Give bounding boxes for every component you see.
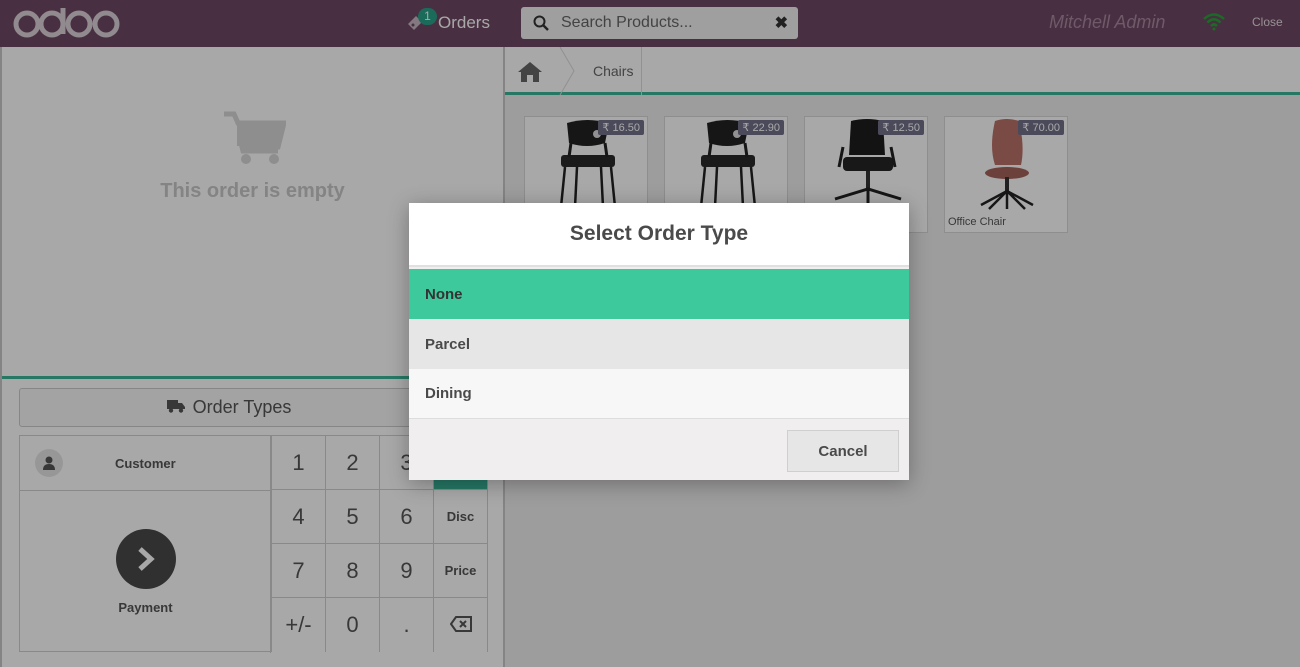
order-type-option-none[interactable]: None <box>409 269 909 319</box>
order-type-option-parcel[interactable]: Parcel <box>409 319 909 369</box>
dialog-title: Select Order Type <box>409 203 909 267</box>
select-order-type-dialog: Select Order Type None Parcel Dining Can… <box>409 203 909 480</box>
cancel-button[interactable]: Cancel <box>787 430 899 472</box>
order-type-option-dining[interactable]: Dining <box>409 369 909 419</box>
